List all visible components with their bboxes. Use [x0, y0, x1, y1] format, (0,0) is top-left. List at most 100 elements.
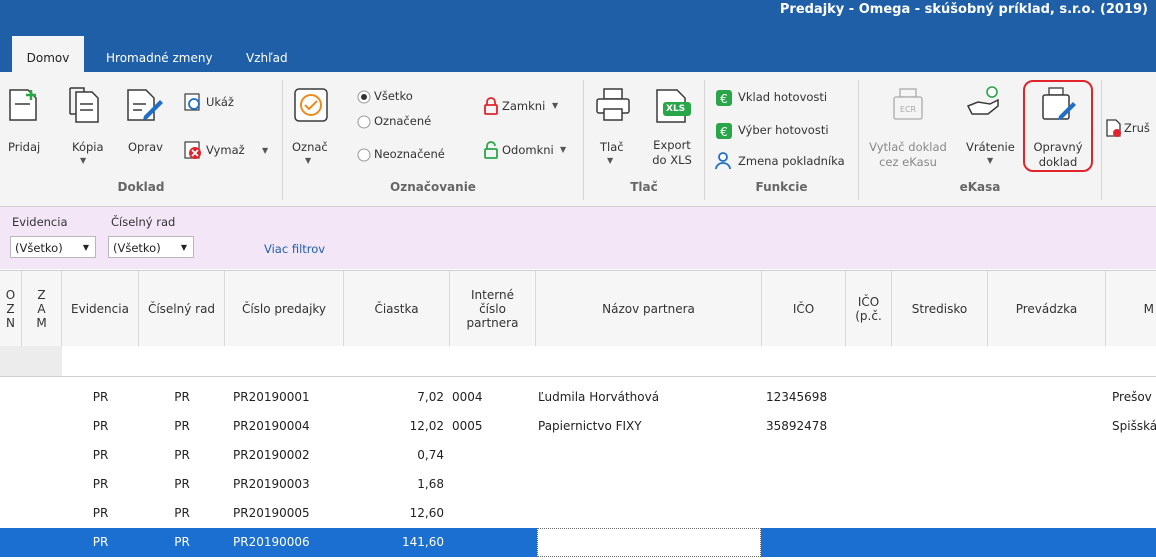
col-prevadzka[interactable]: Prevádzka — [988, 271, 1106, 346]
cell-evidencia: PR — [92, 390, 109, 404]
col-zam[interactable]: Z A M — [22, 271, 62, 346]
refund-hand-icon — [966, 86, 999, 115]
grid-filter-input[interactable] — [62, 346, 1156, 376]
cell-ciastka: 1,68 — [417, 477, 444, 491]
table-row[interactable]: PR PR PR20190002 0,74 — [0, 441, 1156, 470]
unlock-icon — [484, 141, 498, 159]
vymaz-label: Vymaž — [206, 143, 245, 157]
tab-hromadne-zmeny[interactable]: Hromadné zmeny — [106, 36, 213, 72]
vratenie-label: Vrátenie — [966, 140, 1015, 154]
cell-mesto: Spišská — [1112, 419, 1156, 433]
ecr-printer-icon: ECR — [893, 88, 923, 120]
table-row[interactable]: PR PR PR20190006 141,60 — [0, 528, 1156, 557]
group-title-funkcie: Funkcie — [755, 180, 808, 194]
col-more[interactable]: M — [1106, 271, 1156, 346]
tlac-dropdown-icon: ▼ — [607, 156, 614, 165]
radio-vsetko-label: Všetko — [374, 89, 413, 103]
cell-interne: 0005 — [452, 419, 483, 433]
col-ico-pc-line: (p.č. — [855, 308, 882, 323]
col-ico-pc-line: IČO — [857, 294, 880, 309]
col-ico[interactable]: IČO — [762, 271, 846, 346]
add-document-icon — [9, 89, 37, 121]
cell-ico — [766, 499, 846, 528]
tab-domov[interactable]: Domov — [12, 36, 84, 72]
cell-rad: PR — [174, 477, 190, 491]
radio-oznacene-label: Označené — [374, 114, 432, 128]
radio-unchecked-icon — [357, 148, 371, 162]
cell-cislo: PR20190002 — [233, 448, 310, 462]
vratenie-dropdown-icon: ▼ — [987, 156, 994, 165]
svg-text:€: € — [720, 92, 728, 106]
zmena-label: Zmena pokladníka — [738, 154, 845, 168]
edit-document-icon — [127, 89, 163, 121]
col-cislo-predajky[interactable]: Číslo predajky — [225, 271, 344, 346]
active-cell-editor[interactable] — [537, 528, 761, 557]
kopia-label: Kópia — [72, 140, 104, 154]
col-ozn-letter: O — [5, 287, 16, 302]
cell-interne — [452, 528, 532, 557]
cell-mesto — [1112, 441, 1156, 470]
cell-rad: PR — [174, 448, 190, 462]
col-evidencia[interactable]: Evidencia — [62, 271, 139, 346]
col-interne-line: číslo — [479, 301, 506, 316]
cell-mesto — [1112, 470, 1156, 499]
viac-filtrov-link[interactable]: Viac filtrov — [264, 242, 325, 256]
cell-rad: PR — [174, 419, 190, 433]
col-ozn-letter: N — [6, 315, 15, 330]
tab-vzhlad[interactable]: Vzhľad — [246, 36, 288, 72]
cash-deposit-icon: € — [716, 90, 732, 106]
odomkni-dropdown-icon: ▼ — [560, 145, 567, 154]
xls-badge: XLS — [666, 104, 686, 114]
opravny-doklad-button[interactable]: Opravný doklad — [1023, 80, 1093, 172]
svg-text:€: € — [720, 125, 728, 139]
radio-unchecked-icon — [357, 115, 371, 129]
col-zam-letter: M — [36, 315, 47, 330]
export-line2: do XLS — [652, 153, 692, 167]
cell-mesto — [1112, 499, 1156, 528]
col-ozn-letter: Z — [6, 301, 15, 316]
vklad-label: Vklad hotovosti — [738, 90, 828, 104]
table-row[interactable]: PR PR PR20190005 12,60 — [0, 499, 1156, 528]
cell-partner — [538, 441, 758, 470]
cell-interne — [452, 470, 532, 499]
col-nazov-partnera[interactable]: Názov partnera — [536, 271, 762, 346]
col-ozn[interactable]: O Z N — [0, 271, 22, 346]
cell-ciastka: 12,02 — [409, 419, 444, 433]
evidencia-select[interactable]: (Všetko) ▼ — [10, 236, 96, 258]
copy-document-icon — [69, 87, 99, 123]
cell-interne: 0004 — [452, 390, 483, 404]
cell-mesto: Prešov — [1112, 390, 1152, 404]
cell-cislo: PR20190001 — [233, 390, 310, 404]
vytlac-line1: Vytlač doklad — [869, 140, 947, 154]
group-title-oznacovanie: Označovanie — [390, 180, 476, 194]
evidencia-filter-label: Evidencia — [12, 215, 68, 229]
col-zam-letter: Z — [37, 287, 46, 302]
cell-rad: PR — [174, 535, 190, 549]
cell-interne — [452, 441, 532, 470]
col-ciastka[interactable]: Čiastka — [344, 271, 450, 346]
col-zam-letter: A — [37, 301, 46, 316]
group-title-ekasa: eKasa — [959, 180, 1001, 194]
col-ciselny-rad[interactable]: Číselný rad — [139, 271, 225, 346]
oznac-label: Označ — [292, 140, 328, 154]
cell-evidencia: PR — [92, 477, 109, 491]
cash-withdraw-icon: € — [716, 123, 732, 139]
table-row[interactable]: PR PR PR20190004 12,02 0005 Papiernictvo FIXY… — [0, 412, 1156, 441]
evidencia-select-value: (Všetko) — [15, 241, 63, 255]
cell-ciastka: 141,60 — [402, 535, 444, 549]
tlac-label: Tlač — [600, 140, 624, 154]
zamkni-label: Zamkni — [502, 99, 546, 113]
ciselny-rad-select[interactable]: (Všetko) ▼ — [108, 236, 194, 258]
cell-mesto — [1112, 528, 1156, 557]
cell-partner: Ľudmila Horváthová — [538, 390, 660, 404]
col-ico-pc[interactable]: IČO (p.č. — [846, 271, 892, 346]
view-icon — [184, 93, 200, 111]
table-row[interactable]: PR PR PR20190001 7,02 0004 Ľudmila Horváthová… — [0, 383, 1156, 412]
col-interne-cislo[interactable]: Interné číslo partnera — [450, 271, 536, 346]
table-row[interactable]: PR PR PR20190003 1,68 — [0, 470, 1156, 499]
cell-partner — [538, 499, 758, 528]
mark-check-icon — [294, 88, 328, 122]
kopia-dropdown-icon: ▼ — [80, 156, 87, 165]
user-switch-icon — [715, 152, 731, 170]
col-stredisko[interactable]: Stredisko — [892, 271, 988, 346]
